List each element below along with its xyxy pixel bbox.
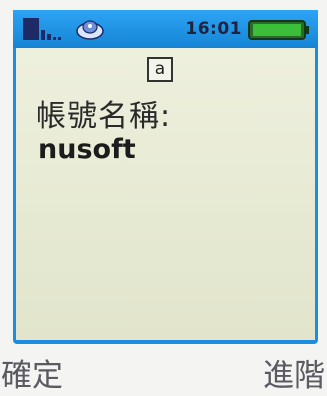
account-name-editor[interactable]: a 帳號名稱: nusoft [16,48,315,340]
advanced-softkey[interactable]: 進階 [263,350,325,395]
signal-strength-icon [23,18,61,40]
disc-icon [76,20,104,40]
account-name-label: 帳號名稱: [36,99,172,134]
status-time: 16:01 [185,19,242,39]
account-name-input[interactable]: nusoft [38,134,136,165]
phone-screen: 16:01 a 帳號名稱: nusoft [13,10,318,344]
status-bar: 16:01 [13,10,318,48]
phone-photo: 16:01 a 帳號名稱: nusoft 確定 進階 [0,0,327,396]
confirm-softkey[interactable]: 確定 [1,350,63,395]
input-mode-indicator: a [147,57,173,82]
battery-icon [248,20,309,40]
